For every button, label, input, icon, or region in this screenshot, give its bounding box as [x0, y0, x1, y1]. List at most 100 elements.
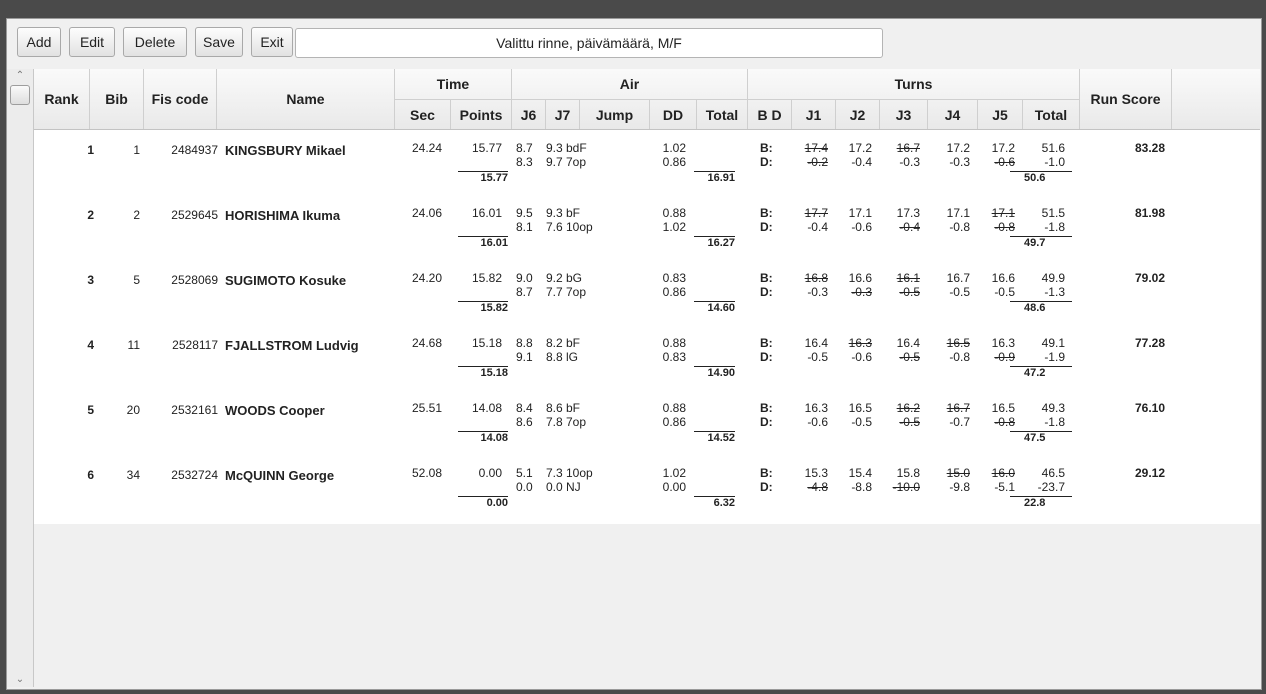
base-total: 46.5	[1041, 466, 1065, 480]
selection-field[interactable]: Valittu rinne, päivämäärä, M/F	[295, 28, 883, 58]
j7-run1: 7.3	[546, 466, 563, 480]
deduction-j2: -0.6	[851, 350, 872, 364]
time-points-total: 0.00	[458, 496, 508, 509]
header-j4[interactable]: J4	[928, 99, 978, 129]
b-label: B:	[760, 141, 773, 155]
header-j7[interactable]: J7	[546, 99, 580, 129]
scroll-down-icon[interactable]: ⌄	[7, 673, 33, 687]
time-sec-cell: 52.08	[411, 466, 442, 480]
deduction-j1: -0.6	[807, 415, 828, 429]
air-total: 16.27	[694, 236, 735, 249]
header-jump[interactable]: Jump	[580, 99, 650, 129]
base-score-j3: 17.3	[896, 206, 920, 220]
j7-run1: 8.2	[546, 336, 563, 350]
base-score-j1: 15.3	[804, 466, 828, 480]
header-bib[interactable]: Bib	[90, 69, 144, 129]
deduction-j5: -0.9	[994, 350, 1015, 364]
scroll-up-icon[interactable]: ⌃	[7, 69, 33, 83]
deduction-j3: -0.3	[899, 155, 920, 169]
header-run-score[interactable]: Run Score	[1080, 69, 1172, 129]
vertical-scrollbar[interactable]: ⌃ ⌄	[7, 69, 34, 687]
base-score-j1: 16.8	[804, 271, 828, 285]
deduction-j5: -0.5	[994, 285, 1015, 299]
header-points[interactable]: Points	[451, 99, 512, 129]
d-label: D:	[760, 285, 773, 299]
table-row[interactable]: 5 20 2532161 WOODS Cooper 25.51 14.08 14.08 8.4…	[34, 397, 1260, 462]
header-rank[interactable]: Rank	[34, 69, 90, 129]
table-row[interactable]: 6 34 2532724 McQUINN George 52.08 0.00 0.00 5.1…	[34, 462, 1260, 527]
deduction-total: -1.3	[1044, 285, 1065, 299]
header-name[interactable]: Name	[217, 69, 395, 129]
table-row[interactable]: 1 1 2484937 KINGSBURY Mikael 24.24 15.77 15.77…	[34, 137, 1260, 202]
run-score: 83.28	[1134, 141, 1165, 155]
fis-code-cell: 2528117	[172, 338, 218, 352]
jump-run1: 10op	[566, 466, 593, 480]
j7-run1: 9.3	[546, 206, 563, 220]
bib-cell: 2	[133, 208, 140, 222]
deduction-j1: -0.2	[807, 155, 828, 169]
athlete-name: KINGSBURY Mikael	[225, 143, 346, 158]
jump-run1: bF	[566, 401, 581, 415]
header-j2[interactable]: J2	[836, 99, 880, 129]
run-score: 79.02	[1134, 271, 1165, 285]
exit-button[interactable]: Exit	[251, 27, 293, 57]
header-turns-total[interactable]: Total	[1023, 99, 1080, 129]
time-points-total: 15.82	[458, 301, 508, 314]
time-points-total: 15.18	[458, 366, 508, 379]
dd-run1: 1.02	[662, 466, 686, 480]
deduction-total: -23.7	[1037, 480, 1065, 494]
fis-code-cell: 2532161	[171, 403, 218, 417]
d-label: D:	[760, 220, 773, 234]
header-j6[interactable]: J6	[512, 99, 546, 129]
base-score-j4: 16.7	[946, 271, 970, 285]
time-sec-cell: 24.20	[411, 271, 442, 285]
deduction-j4: -0.3	[949, 155, 970, 169]
scroll-thumb[interactable]	[10, 85, 30, 105]
j7-run2: 7.8	[546, 415, 563, 429]
base-score-j2: 16.6	[848, 271, 872, 285]
dd-run1: 0.88	[662, 336, 686, 350]
athlete-name: WOODS Cooper	[225, 403, 325, 418]
time-points-cell: 15.82	[471, 271, 502, 285]
fis-code-cell: 2529645	[171, 208, 218, 222]
turns-total: 47.5	[1010, 431, 1072, 444]
bib-cell: 20	[126, 403, 140, 417]
base-score-j1: 17.4	[804, 141, 828, 155]
header-j3[interactable]: J3	[880, 99, 928, 129]
dd-run2: 1.02	[662, 220, 686, 234]
header-air-total[interactable]: Total	[697, 99, 748, 129]
deduction-j5: -0.8	[994, 220, 1015, 234]
header-j5[interactable]: J5	[978, 99, 1023, 129]
table-row[interactable]: 4 11 2528117 FJALLSTROM Ludvig 24.68 15.18 15.…	[34, 332, 1260, 397]
save-button[interactable]: Save	[195, 27, 243, 57]
d-label: D:	[760, 415, 773, 429]
header-fis-code[interactable]: Fis code	[144, 69, 217, 129]
deduction-j5: -5.1	[994, 480, 1015, 494]
jump-run2: 7op	[566, 285, 587, 299]
base-total: 51.5	[1041, 206, 1065, 220]
base-score-j5: 17.2	[991, 141, 1015, 155]
header-j1[interactable]: J1	[792, 99, 836, 129]
fis-code-cell: 2532724	[171, 468, 218, 482]
header-dd[interactable]: DD	[650, 99, 697, 129]
base-score-j3: 16.7	[896, 141, 920, 155]
table-row[interactable]: 3 5 2528069 SUGIMOTO Kosuke 24.20 15.82 15.82 9…	[34, 267, 1260, 332]
j6-run1: 9.5	[516, 206, 533, 220]
deduction-j3: -0.5	[899, 285, 920, 299]
header-sec[interactable]: Sec	[395, 99, 451, 129]
j6-run1: 5.1	[516, 466, 533, 480]
add-button[interactable]: Add	[17, 27, 61, 57]
dd-run1: 0.88	[662, 206, 686, 220]
header-air: Air	[512, 69, 748, 99]
edit-button[interactable]: Edit	[69, 27, 115, 57]
time-points-cell: 14.08	[471, 401, 502, 415]
delete-button[interactable]: Delete	[123, 27, 187, 57]
base-score-j5: 16.3	[991, 336, 1015, 350]
table-row[interactable]: 2 2 2529645 HORISHIMA Ikuma 24.06 16.01 16.01 9…	[34, 202, 1260, 267]
j7-run1: 9.2	[546, 271, 563, 285]
header-bd[interactable]: B D	[748, 99, 792, 129]
time-points-cell: 0.00	[478, 466, 502, 480]
deduction-j2: -0.4	[851, 155, 872, 169]
deduction-j2: -0.3	[851, 285, 872, 299]
rank-cell: 3	[87, 273, 94, 287]
